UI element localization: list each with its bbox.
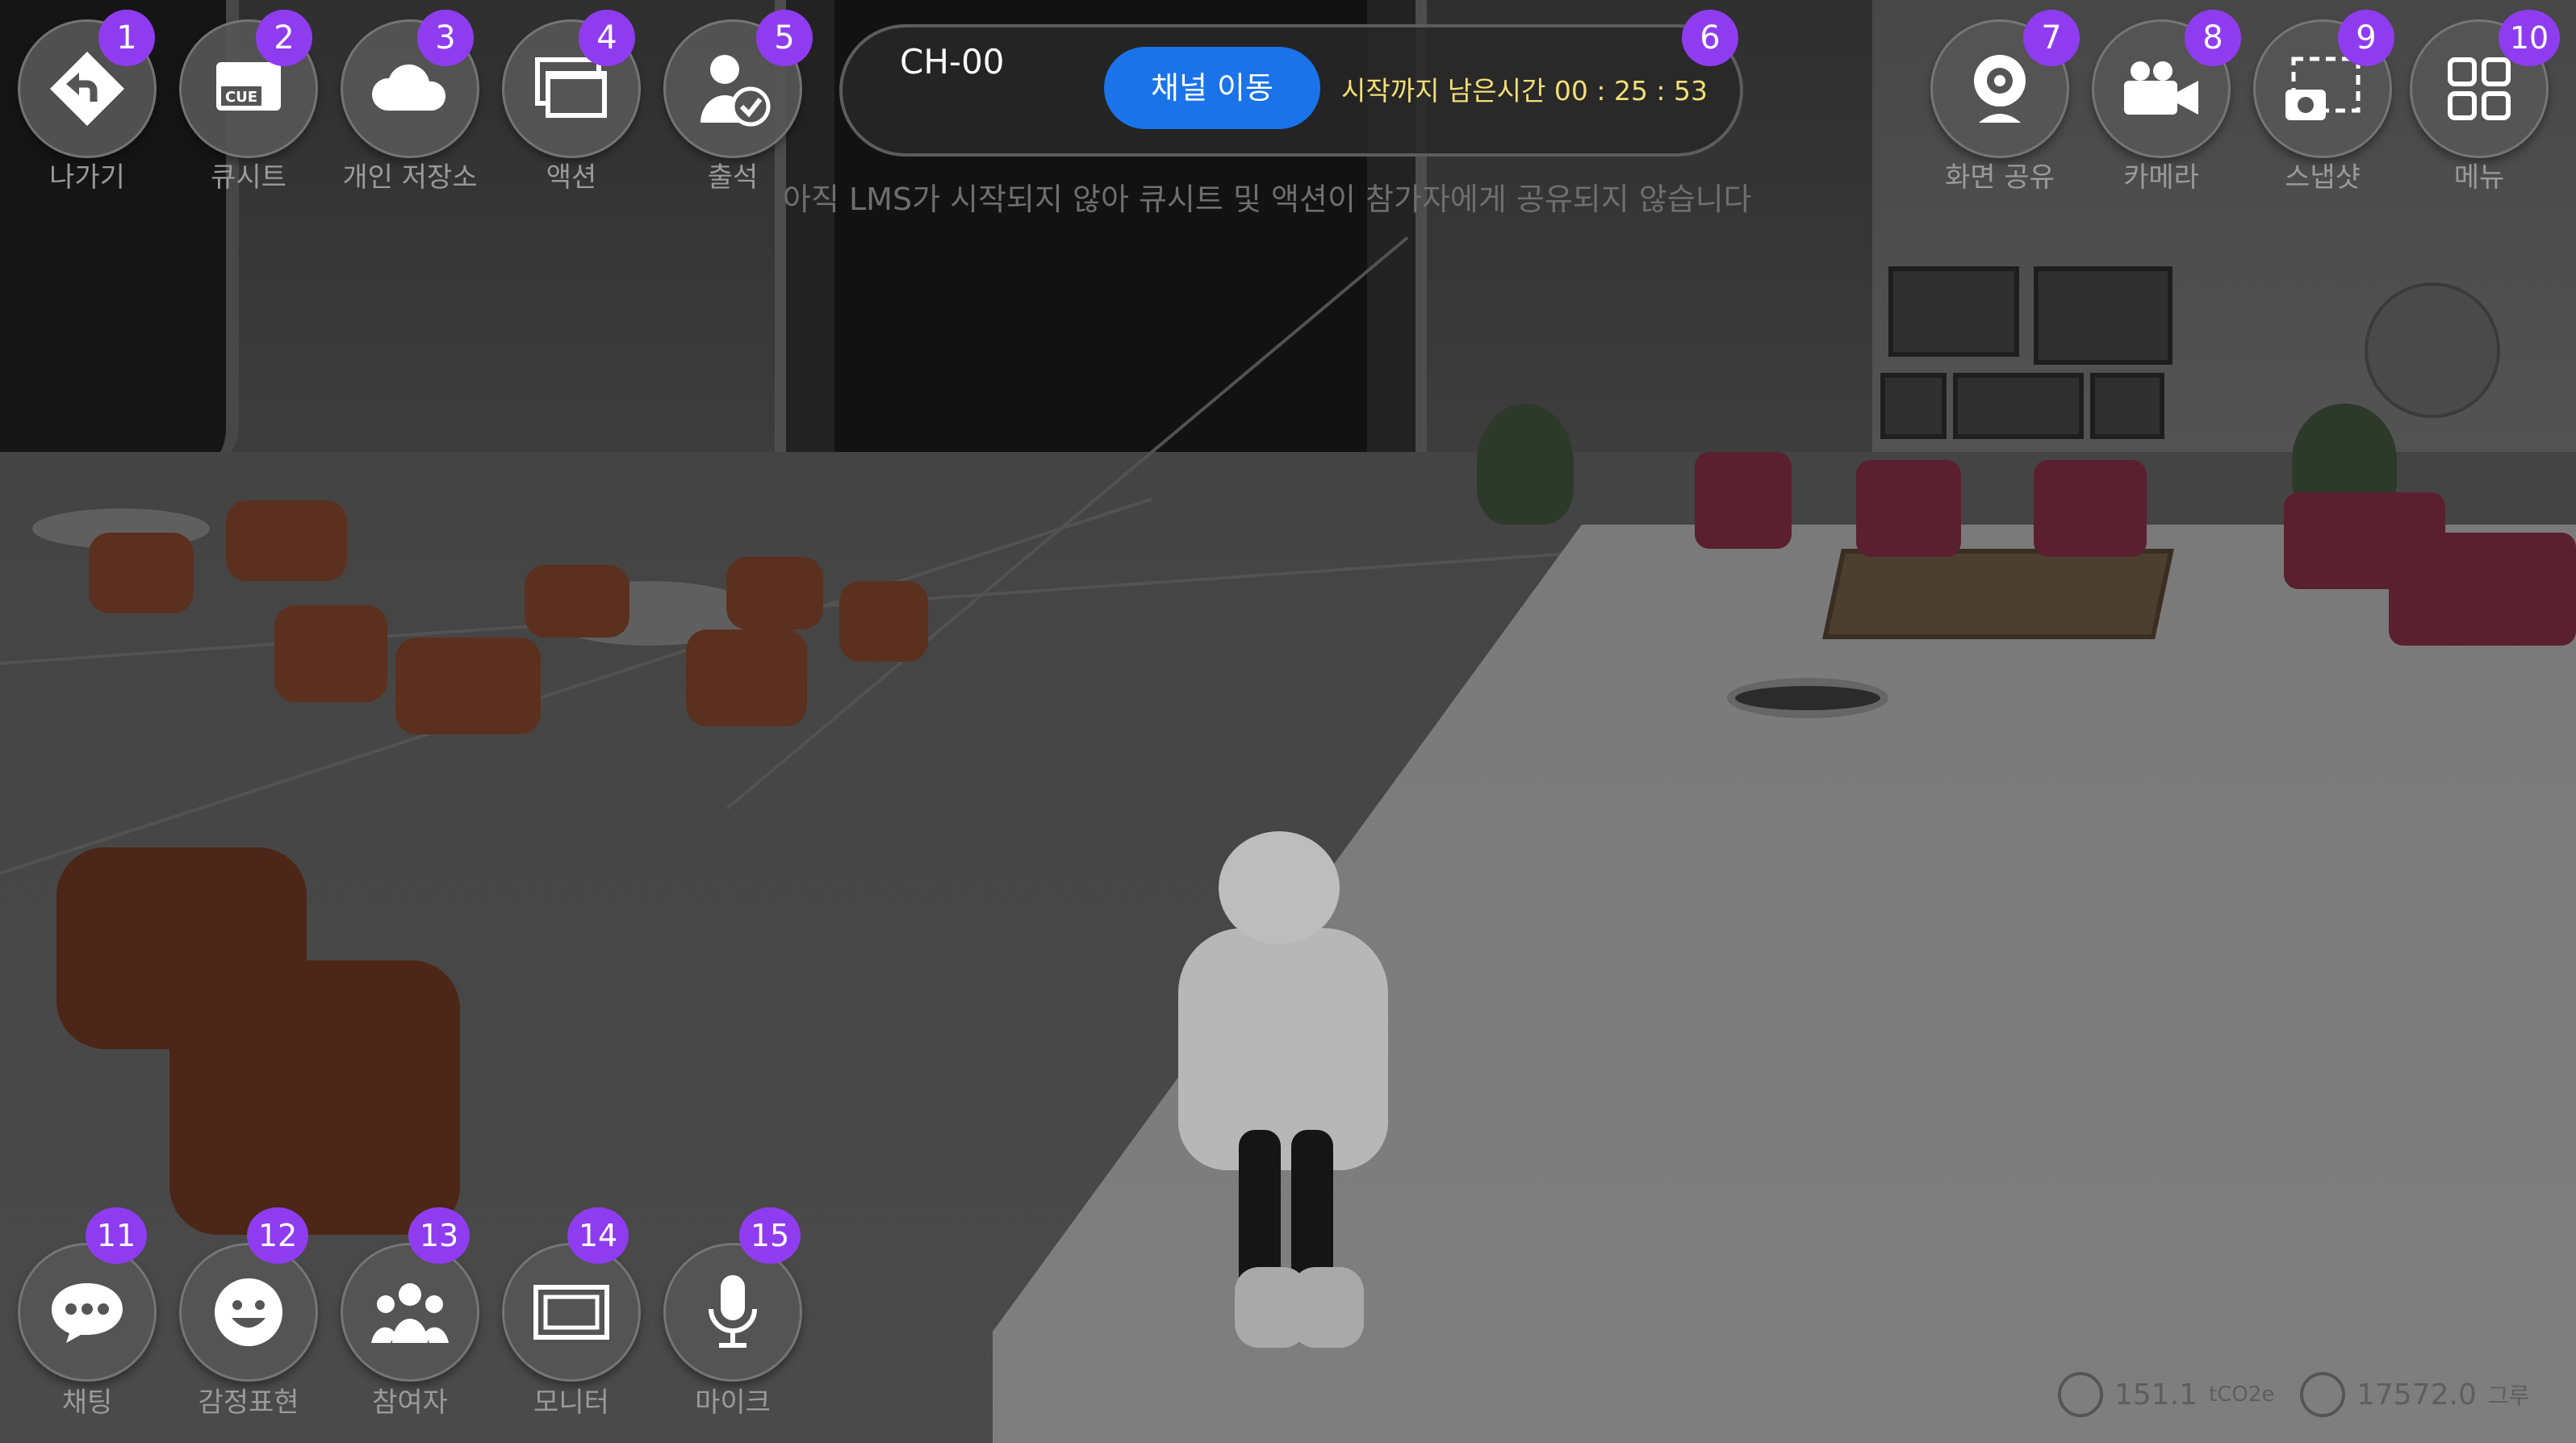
participants-button[interactable] [341, 1243, 479, 1382]
tree-value: 17572.0 [2356, 1378, 2477, 1412]
tree-icon [2300, 1372, 2345, 1417]
monitor-label: 모니터 [533, 1387, 609, 1419]
guide-badge: 9 [2338, 10, 2394, 66]
cue-sheet-label: 큐시트 [211, 161, 286, 194]
guide-badge: 3 [417, 10, 474, 66]
guide-badge: 10 [2499, 10, 2560, 66]
lounge-chair [395, 638, 541, 734]
chat-bubble-icon [48, 1280, 126, 1345]
guide-badge: 15 [739, 1207, 801, 1264]
tree-unit: 그루 [2487, 1382, 2530, 1409]
chat-label: 채팅 [61, 1387, 113, 1419]
sofa [2389, 533, 2576, 646]
player-avatar-head [1219, 831, 1340, 944]
user-check-icon [692, 48, 773, 129]
spawn-point-marker [1727, 678, 1888, 718]
guide-badge: 7 [2023, 10, 2080, 66]
guide-badge: 2 [256, 10, 312, 66]
rug [1822, 549, 2174, 639]
microphone-icon [705, 1272, 761, 1353]
participants-label: 참여자 [372, 1387, 448, 1419]
emotion-button[interactable] [179, 1243, 318, 1382]
countdown-timer: 시작까지 남은시간 00 : 25 : 53 [1341, 75, 1708, 107]
lounge-chair [274, 605, 387, 702]
lounge-chair [726, 557, 823, 629]
wall-picture [1888, 266, 2019, 357]
monitor-button[interactable] [502, 1243, 641, 1382]
guide-badge: 14 [567, 1207, 629, 1264]
smile-icon [212, 1276, 285, 1349]
cloud-icon [370, 61, 450, 117]
guide-badge: 11 [86, 1207, 147, 1264]
change-channel-button[interactable]: 채널 이동 [1104, 47, 1320, 129]
guide-badge: 12 [247, 1207, 308, 1264]
monitor-icon [533, 1284, 610, 1341]
webcam-icon [1968, 50, 2032, 128]
snapshot-icon [2282, 52, 2363, 125]
channel-name: CH-00 [900, 42, 1005, 82]
robot-emblem [2365, 282, 2500, 418]
guide-badge: 8 [2185, 10, 2241, 66]
action-label: 액션 [546, 161, 597, 194]
wall-picture [2090, 373, 2164, 439]
menu-label: 메뉴 [2453, 161, 2505, 194]
tree-stat: 17572.0 그루 [2300, 1372, 2529, 1417]
lounge-chair [686, 629, 807, 726]
guide-badge: 6 [1682, 10, 1738, 66]
armchair [1856, 460, 1961, 557]
grid-menu-icon [2447, 56, 2511, 121]
emotion-label: 감정표현 [198, 1387, 299, 1419]
lounge-chair [169, 960, 460, 1235]
wall-picture [2034, 266, 2172, 365]
armchair [1695, 452, 1792, 549]
guide-badge: 1 [98, 10, 155, 66]
lounge-chair [839, 581, 928, 662]
guide-badge: 5 [756, 10, 813, 66]
wall-picture [1880, 373, 1947, 439]
screen-share-label: 화면 공유 [1945, 161, 2055, 194]
microphone-label: 마이크 [695, 1387, 771, 1419]
armchair [2034, 460, 2147, 557]
lounge-chair [89, 533, 194, 613]
exit-label: 나가기 [49, 161, 125, 194]
player-avatar-boot [1291, 1267, 1364, 1348]
svg-text:CUE: CUE [225, 89, 257, 106]
guide-badge: 4 [579, 10, 635, 66]
carbon-value: 151.1 [2114, 1378, 2198, 1412]
wall-picture [1953, 373, 2084, 439]
player-avatar-body [1178, 928, 1388, 1170]
cue-sheet-icon: CUE [210, 61, 287, 117]
video-camera-icon [2121, 60, 2202, 118]
personal-storage-label: 개인 저장소 [342, 161, 478, 194]
leaf-icon [2058, 1372, 2103, 1417]
lms-notice: 아직 LMS가 시작되지 않아 큐시트 및 액션이 참가자에게 공유되지 않습니… [783, 182, 1752, 217]
plant [1477, 404, 1574, 525]
carbon-unit: tCO2e [2209, 1382, 2275, 1407]
microphone-button[interactable] [663, 1243, 802, 1382]
chat-button[interactable] [18, 1243, 157, 1382]
participants-icon [370, 1280, 450, 1345]
guide-badge: 13 [408, 1207, 470, 1264]
window-stack-icon [533, 56, 610, 121]
carbon-stat: 151.1 tCO2e [2058, 1372, 2274, 1417]
lounge-chair [525, 565, 629, 638]
lounge-chair [226, 500, 347, 581]
camera-label: 카메라 [2123, 161, 2199, 194]
